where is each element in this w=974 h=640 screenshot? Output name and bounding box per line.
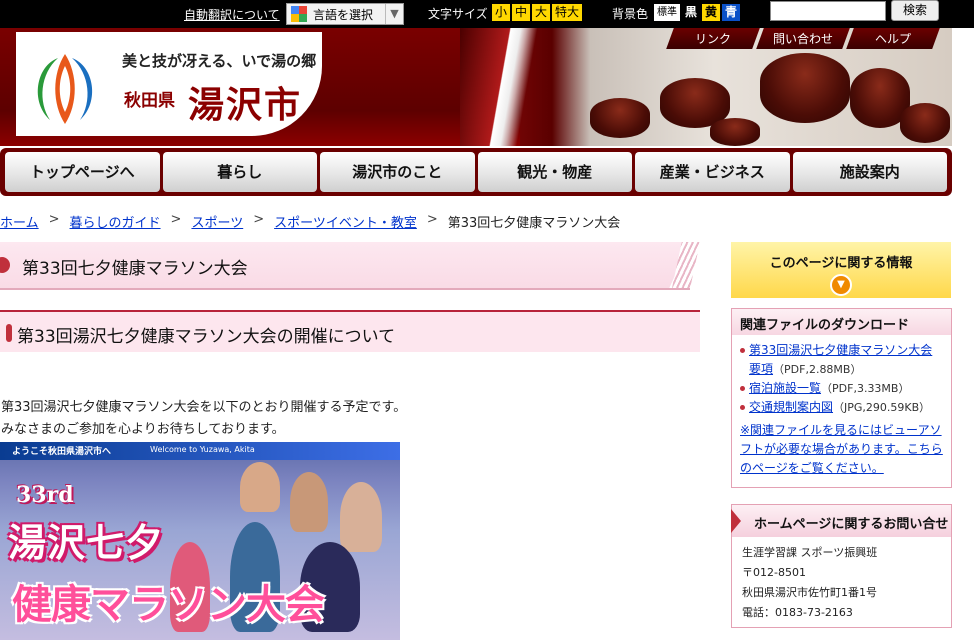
city-tagline: 美と技が冴える、いで湯の郷 [122,52,317,70]
nav-item-top[interactable]: トップページへ [5,152,160,192]
bg-standard-button[interactable]: 標準 [654,4,680,21]
nav-item-tourism[interactable]: 観光・物産 [477,152,632,192]
contact-nav-item[interactable]: 問い合わせ [756,28,850,49]
search-input[interactable] [770,1,886,21]
intro-line-1: 第33回湯沢七夕健康マラソン大会を以下のとおり開催する予定です。 [1,400,407,415]
breadcrumb-guide[interactable]: 暮らしのガイド [70,212,161,231]
nav-item-business[interactable]: 産業・ビジネス [635,152,790,192]
file-meta: （PDF,3.33MB） [821,382,910,395]
font-size-xlarge-button[interactable]: 特大 [552,4,583,21]
intro-line-2: みなさまのご参加を心よりお待ちしております。 [1,422,285,437]
poster-welcome-en: Welcome to Yuzawa, Akita [150,445,255,454]
bg-color-label: 背景色 [612,7,649,21]
nav-item-facilities[interactable]: 施設案内 [792,152,947,192]
file-meta: （PDF,2.88MB） [773,363,862,376]
download-link[interactable]: 宿泊施設一覧 [749,381,821,395]
language-select[interactable]: 言語を選択 ▼ [286,3,404,25]
font-size-small-button[interactable]: 小 [492,4,511,21]
breadcrumb-home[interactable]: ホーム [0,212,39,231]
header-banner: リンク 問い合わせ ヘルプ 美と技が冴える、いで湯の郷 秋田県 湯沢市 [0,28,952,146]
breadcrumb-separator: > [253,212,265,227]
breadcrumb-separator: > [48,212,60,227]
bg-black-button[interactable]: 黒 [682,4,701,21]
downloads-heading: 関連ファイルのダウンロード [732,309,951,335]
breadcrumb: ホーム > 暮らしのガイド > スポーツ > スポーツイベント・教室 > 第33… [0,212,620,231]
link-nav-item[interactable]: リンク [666,28,760,49]
poster-title-2: 健康マラソン大会 [12,582,325,628]
downloads-box: 関連ファイルのダウンロード 第33回湯沢七夕健康マラソン大会要項（PDF,2.8… [731,308,952,488]
contact-address: 秋田県湯沢市佐竹町1番1号 [742,586,877,599]
downloads-list: 第33回湯沢七夕健康マラソン大会要項（PDF,2.88MB） 宿泊施設一覧（PD… [732,335,951,417]
help-nav-item[interactable]: ヘルプ [846,28,940,49]
global-nav: トップページへ 暮らし 湯沢市のこと 観光・物産 産業・ビジネス 施設案内 [0,148,952,196]
contact-info: 生涯学習課 スポーツ振興班 〒012-8501 秋田県湯沢市佐竹町1番1号 電話… [732,537,951,629]
search-button[interactable]: 検索 [891,0,939,21]
nav-item-living[interactable]: 暮らし [162,152,317,192]
bg-blue-button[interactable]: 青 [722,4,741,21]
page-info-heading: このページに関する情報 [769,256,913,271]
list-item: 宿泊施設一覧（PDF,3.33MB） [740,379,943,398]
banner-fold [460,28,550,146]
chevron-down-icon: ▼ [830,274,852,296]
marathon-poster-image: ようこそ秋田県湯沢市へ Welcome to Yuzawa, Akita 33r… [0,442,400,640]
download-link[interactable]: 交通規制案内図 [749,400,833,414]
utility-links: リンク 問い合わせ ヘルプ [666,28,940,49]
poster-edition: 33rd [16,482,74,508]
auto-translate-link[interactable]: 自動翻訳について [184,6,280,23]
heading-flag-icon [731,509,741,533]
font-size-buttons: 小 中 大 特大 [492,4,583,21]
contact-dept: 生涯学習課 スポーツ振興班 [742,546,878,559]
utility-bar: 自動翻訳について 言語を選択 ▼ 文字サイズ 小 中 大 特大 背景色 標準 黒… [0,0,974,28]
bg-yellow-button[interactable]: 黄 [702,4,721,21]
language-select-label: 言語を選択 [313,7,374,22]
contact-heading: ホームページに関するお問い合せ [754,517,949,532]
lacquerware-photo [560,48,952,146]
viewer-software-link[interactable]: ※関連ファイルを見るにはビューアソフトが必要な場合があります。こちらのページをご… [732,417,951,482]
font-size-large-button[interactable]: 大 [532,4,551,21]
contact-header: ホームページに関するお問い合せ [731,505,951,537]
section-heading: 第33回湯沢七夕健康マラソン大会の開催について [17,327,396,347]
poster-title-1: 湯沢七夕 [8,521,165,565]
prefecture-name: 秋田県 [124,91,175,111]
breadcrumb-sports[interactable]: スポーツ [191,212,243,231]
heading-marker-icon [6,324,12,342]
google-translate-icon [291,6,307,22]
breadcrumb-separator: > [426,212,438,227]
intro-text: 第33回湯沢七夕健康マラソン大会を以下のとおり開催する予定です。 みなさまのご参… [1,397,406,441]
file-meta: （JPG,290.59KB） [833,401,931,414]
font-size-medium-button[interactable]: 中 [512,4,531,21]
contact-phone: 電話：0183-73-2163 [742,606,853,619]
font-size-label: 文字サイズ [428,7,488,21]
page-title-bar: 第33回七夕健康マラソン大会 [0,242,700,290]
contact-zip: 〒012-8501 [742,566,806,579]
poster-welcome-ja: ようこそ秋田県湯沢市へ [12,447,112,457]
contact-box: ホームページに関するお問い合せ 生涯学習課 スポーツ振興班 〒012-8501 … [731,504,952,628]
breadcrumb-separator: > [170,212,182,227]
city-name: 湯沢市 [188,84,303,126]
bg-color-buttons: 標準 黒 黄 青 [654,4,741,21]
list-item: 第33回湯沢七夕健康マラソン大会要項（PDF,2.88MB） [740,341,943,379]
page-info-header: このページに関する情報 ▼ [731,242,951,298]
section-heading-bar: 第33回湯沢七夕健康マラソン大会の開催について [0,310,700,352]
title-underline [0,288,690,290]
breadcrumb-events[interactable]: スポーツイベント・教室 [274,212,417,231]
page-title: 第33回七夕健康マラソン大会 [22,259,248,279]
nav-item-about[interactable]: 湯沢市のこと [320,152,475,192]
breadcrumb-current: 第33回七夕健康マラソン大会 [447,216,621,231]
dropdown-arrow-icon: ▼ [385,4,403,24]
city-emblem-icon [37,54,93,124]
list-item: 交通規制案内図（JPG,290.59KB） [740,398,943,417]
